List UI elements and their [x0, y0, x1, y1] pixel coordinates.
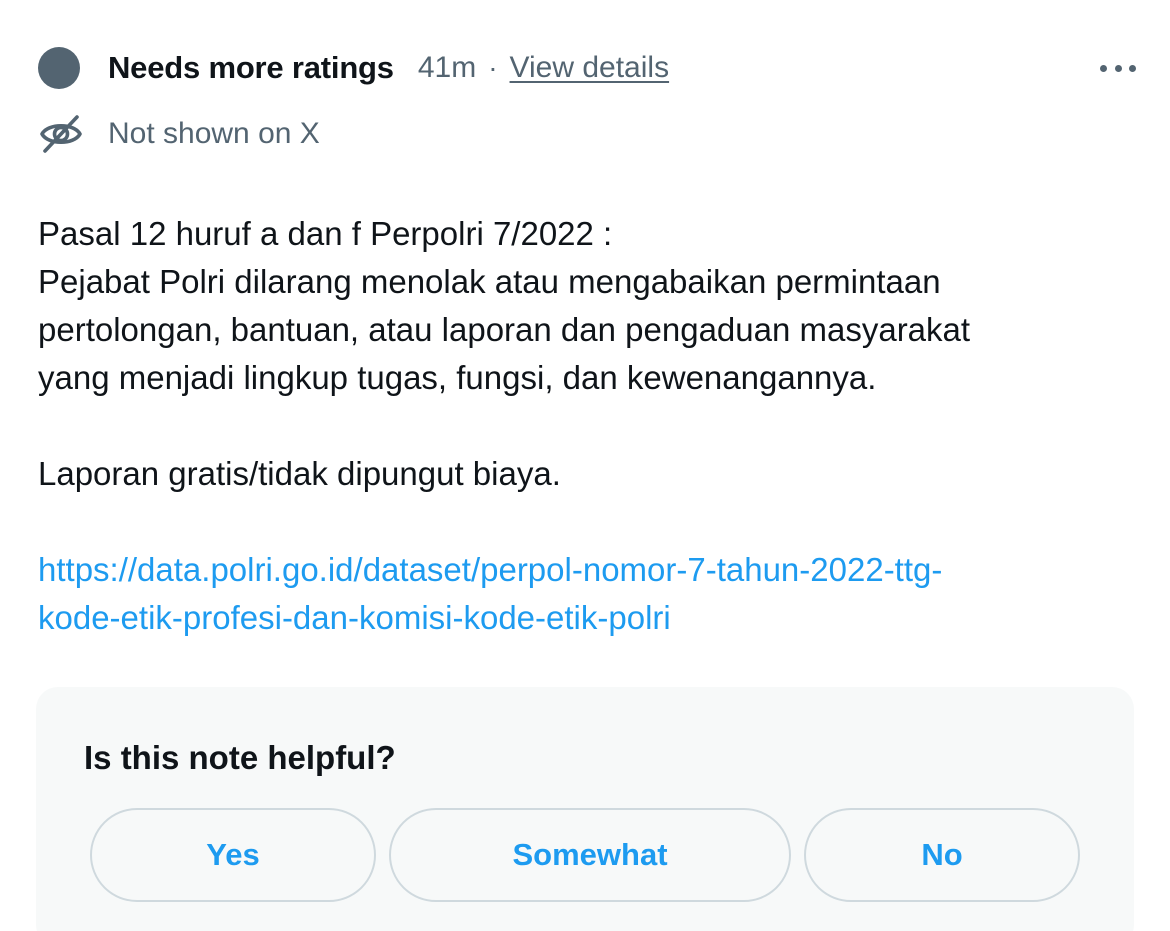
status-title: Needs more ratings — [108, 50, 394, 85]
more-options-button[interactable] — [1098, 50, 1138, 86]
note-line: Pasal 12 huruf a dan f Perpolri 7/2022 : — [38, 215, 613, 252]
more-horizontal-icon — [1100, 64, 1107, 72]
rating-question: Is this note helpful? — [84, 739, 396, 776]
visibility-row: Not shown on X — [38, 112, 320, 156]
timestamp: 41m — [417, 51, 477, 84]
rate-yes-button[interactable]: Yes — [90, 808, 376, 902]
eye-slash-icon — [40, 115, 82, 153]
rate-somewhat-button[interactable]: Somewhat — [389, 808, 791, 902]
rate-no-button[interactable]: No — [804, 808, 1080, 902]
note-line: yang menjadi lingkup tugas, fungsi, dan … — [38, 359, 877, 396]
view-details-link[interactable]: View details — [510, 51, 670, 85]
source-link-line[interactable]: https://data.polri.go.id/dataset/perpol-… — [38, 546, 1138, 594]
note-status-row: Needs more ratings 41m · View details — [38, 46, 1138, 90]
note-second-paragraph: Laporan gratis/tidak dipungut biaya. — [38, 455, 561, 492]
source-link[interactable]: https://data.polri.go.id/dataset/perpol-… — [38, 546, 1138, 642]
rating-card: Is this note helpful? Yes Somewhat No — [36, 687, 1134, 931]
note-line: pertolongan, bantuan, atau laporan dan p… — [38, 311, 971, 348]
visibility-text: Not shown on X — [108, 117, 320, 150]
note-line: Pejabat Polri dilarang menolak atau meng… — [38, 263, 941, 300]
source-link-line[interactable]: kode-etik-profesi-dan-komisi-kode-etik-p… — [38, 594, 1138, 642]
status-indicator-icon — [38, 47, 80, 89]
community-note: Needs more ratings 41m · View details No… — [0, 0, 1170, 931]
separator-dot: · — [488, 52, 498, 83]
note-body: Pasal 12 huruf a dan f Perpolri 7/2022 :… — [38, 210, 1138, 642]
